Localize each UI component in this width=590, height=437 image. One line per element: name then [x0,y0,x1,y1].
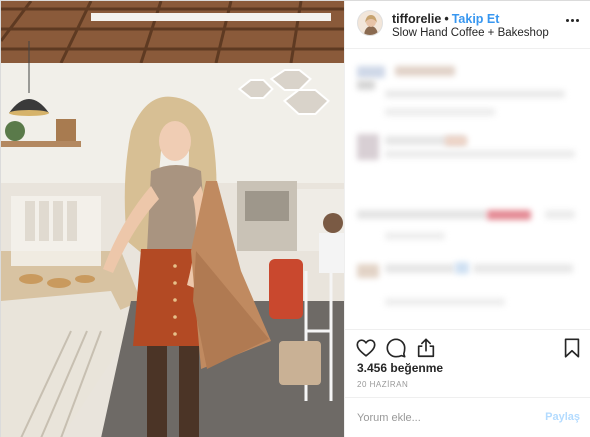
username-link[interactable]: tifforelie [392,12,441,26]
comment-input[interactable] [357,409,537,427]
action-bar [345,329,590,365]
more-options-icon[interactable] [566,18,580,24]
blurred-text [385,90,565,98]
blurred-avatar [357,134,379,160]
post-author-line: tifforelie • Takip Et [392,12,499,26]
blurred-text [545,210,575,219]
blurred-text [385,150,575,158]
blurred-text [385,108,495,116]
blurred-text [385,264,455,273]
blurred-text [473,264,573,273]
blurred-text [357,210,487,219]
blurred-avatar [357,66,385,78]
bookmark-icon[interactable] [561,337,583,359]
blurred-avatar [357,264,379,278]
cafe-photo-illustration [1,1,344,437]
blurred-text [395,66,455,76]
likes-count[interactable]: 3.456 beğenme [357,361,443,375]
separator-dot: • [444,12,449,26]
blurred-highlight [487,210,531,220]
post-header: tifforelie • Takip Et Slow Hand Coffee + B… [345,1,590,49]
more-dot [576,19,579,22]
comments-list-blurred [345,50,590,328]
blurred-highlight [455,262,469,274]
blurred-text [445,136,467,146]
location-link[interactable]: Slow Hand Coffee + Bakeshop [392,27,549,39]
add-comment-bar: Paylaş [345,397,590,437]
post-dialog: tifforelie • Takip Et Slow Hand Coffee + B… [0,0,590,437]
more-dot [571,19,574,22]
blurred-text [357,80,375,90]
share-icon[interactable] [415,337,437,359]
blurred-text [385,232,445,240]
post-comment-button[interactable]: Paylaş [545,411,580,423]
avatar-image [358,11,382,35]
heart-icon[interactable] [355,337,377,359]
post-side-panel: tifforelie • Takip Et Slow Hand Coffee + B… [344,1,590,437]
comment-icon[interactable] [385,337,407,359]
post-date: 20 HAZİRAN [357,380,409,389]
avatar[interactable] [357,10,383,36]
more-dot [566,19,569,22]
post-photo[interactable] [1,1,344,437]
blurred-text [385,298,505,306]
follow-button[interactable]: Takip Et [452,12,500,26]
